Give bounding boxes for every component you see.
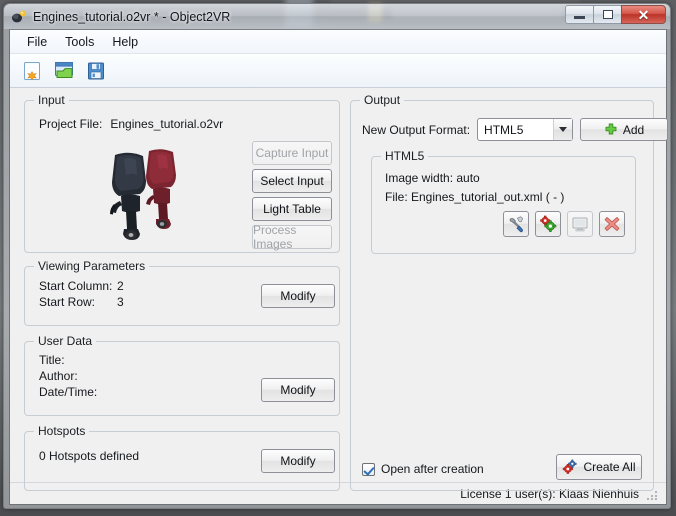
output-file-line: File: Engines_tutorial_out.xml ( - ) xyxy=(385,190,565,204)
object2vr-app-icon xyxy=(11,9,27,25)
open-after-creation-label: Open after creation xyxy=(381,462,484,476)
hotspots-summary: 0 Hotspots defined xyxy=(39,449,140,463)
input-group: Input Project File: Engines_tutorial.o2v… xyxy=(24,93,340,253)
user-data-title: User Data xyxy=(34,334,97,348)
new-document-icon xyxy=(24,61,40,81)
project-file-label: Project File: xyxy=(39,117,103,131)
add-output-label: Add xyxy=(622,122,645,137)
save-floppy-icon xyxy=(88,62,104,79)
output-entry-html5: HTML5 Image width: auto File: Engines_tu… xyxy=(371,149,636,254)
output-format-label: New Output Format: xyxy=(362,122,471,137)
toolbar xyxy=(10,54,666,88)
output-entry-title: HTML5 xyxy=(381,149,429,163)
window-title: Engines_tutorial.o2vr * - Object2VR xyxy=(33,9,231,24)
two-outboard-boat-engines-image xyxy=(110,149,176,240)
window-controls: ✕ xyxy=(565,5,666,24)
minimize-icon xyxy=(574,16,585,19)
light-table-button[interactable]: Light Table xyxy=(252,197,332,221)
monitor-icon xyxy=(572,217,588,232)
remove-button[interactable] xyxy=(599,211,625,237)
resize-grip-icon[interactable] xyxy=(647,487,660,500)
start-column-label: Start Column: xyxy=(39,279,113,293)
viewing-parameters-group: Viewing Parameters Start Column: 2 Start… xyxy=(24,259,340,326)
save-project-button[interactable] xyxy=(83,58,109,84)
maximize-button[interactable] xyxy=(593,5,622,24)
open-project-button[interactable] xyxy=(51,58,77,84)
output-group: Output New Output Format: HTML5 Add HTML… xyxy=(350,93,669,491)
user-data-modify-button[interactable]: Modify xyxy=(261,378,335,402)
select-input-button[interactable]: Select Input xyxy=(252,169,332,193)
user-data-title-label: Title: xyxy=(39,353,65,367)
open-after-creation-checkbox[interactable] xyxy=(362,462,375,476)
add-output-button[interactable]: Add xyxy=(580,118,669,141)
viewing-parameters-title: Viewing Parameters xyxy=(34,259,150,273)
output-format-value: HTML5 xyxy=(484,122,524,137)
output-image-width: Image width: auto xyxy=(385,171,480,185)
input-preview-thumbnail[interactable] xyxy=(87,143,222,248)
gears-icon xyxy=(563,459,578,474)
capture-input-button[interactable]: Capture Input xyxy=(252,141,332,165)
new-project-button[interactable] xyxy=(19,58,45,84)
open-after-creation-row[interactable]: Open after creation xyxy=(362,462,484,476)
minimize-button[interactable] xyxy=(565,5,594,24)
user-data-author-label: Author: xyxy=(39,369,78,383)
close-icon: ✕ xyxy=(637,6,650,23)
client-area: File Tools Help Input Project File: Engi… xyxy=(9,29,669,505)
viewing-parameters-modify-button[interactable]: Modify xyxy=(261,284,335,308)
gears-icon xyxy=(540,215,557,232)
user-data-datetime-label: Date/Time: xyxy=(39,385,98,399)
screwdriver-wrench-icon xyxy=(509,216,524,233)
application-window: Engines_tutorial.o2vr * - Object2VR ✕ Fi… xyxy=(3,3,671,509)
start-row-value: 3 xyxy=(117,295,124,309)
start-row-label: Start Row: xyxy=(39,295,96,309)
menu-bar: File Tools Help xyxy=(10,30,666,54)
process-images-button[interactable]: Process Images xyxy=(252,223,332,251)
chevron-down-icon[interactable] xyxy=(553,119,573,140)
hotspots-modify-button[interactable]: Modify xyxy=(261,449,335,473)
title-bar[interactable]: Engines_tutorial.o2vr * - Object2VR ✕ xyxy=(4,4,670,29)
input-group-title: Input xyxy=(34,93,69,107)
project-file-value: Engines_tutorial.o2vr xyxy=(110,117,224,131)
output-group-title: Output xyxy=(360,93,405,107)
create-all-button[interactable]: Create All xyxy=(556,454,642,480)
menu-file[interactable]: File xyxy=(18,32,56,52)
menu-help[interactable]: Help xyxy=(103,32,147,52)
settings-tools-button[interactable] xyxy=(503,211,529,237)
start-column-value: 2 xyxy=(117,279,124,293)
open-folder-icon xyxy=(55,61,73,78)
green-plus-icon xyxy=(605,123,617,134)
hotspots-title: Hotspots xyxy=(34,424,90,438)
preview-button[interactable] xyxy=(567,211,593,237)
generate-button[interactable] xyxy=(535,211,561,237)
close-button[interactable]: ✕ xyxy=(621,5,666,24)
red-x-icon xyxy=(604,217,620,231)
output-format-select[interactable]: HTML5 xyxy=(477,118,574,141)
menu-tools[interactable]: Tools xyxy=(56,32,103,52)
create-all-label: Create All xyxy=(583,460,636,474)
hotspots-group: Hotspots 0 Hotspots defined Modify xyxy=(24,424,340,491)
content-area: Input Project File: Engines_tutorial.o2v… xyxy=(10,88,669,491)
maximize-icon xyxy=(602,10,613,19)
user-data-group: User Data Title: Author: Date/Time: Modi… xyxy=(24,334,340,416)
